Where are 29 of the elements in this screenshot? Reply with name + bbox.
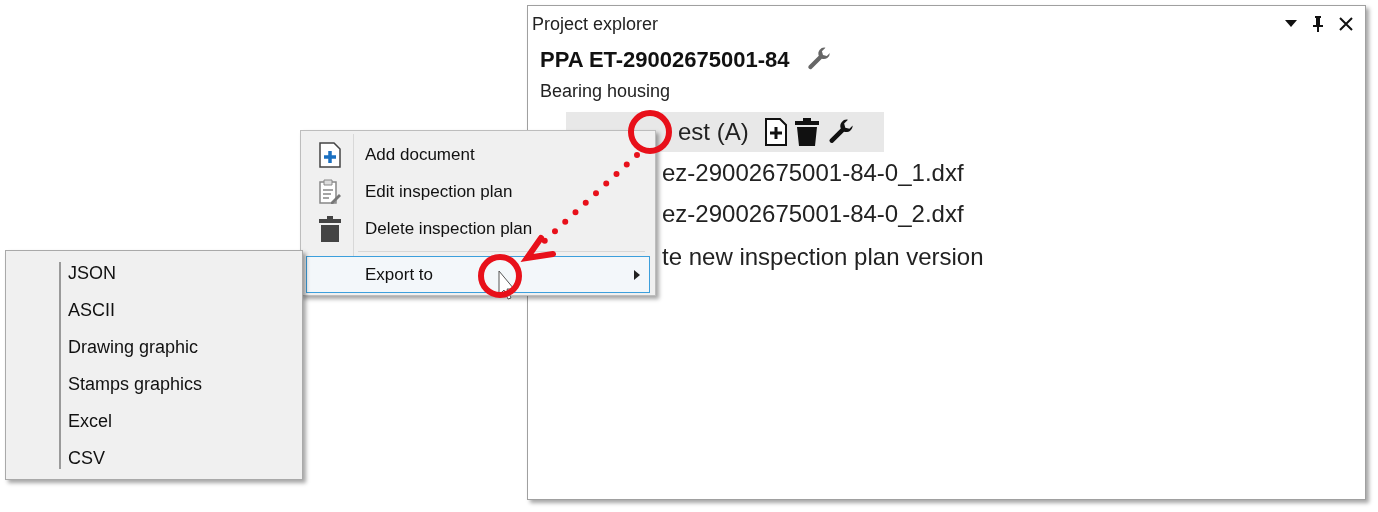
menu-item[interactable]: JSON: [68, 260, 116, 287]
project-subtitle: Bearing housing: [540, 79, 671, 103]
file-item[interactable]: ez-29002675001-84-0_1.dxf: [662, 154, 964, 191]
submenu-arrow-icon: [634, 269, 640, 280]
tree-item-label: est (A): [678, 117, 749, 147]
pin-icon[interactable]: [1313, 16, 1323, 32]
trash-icon: [319, 215, 341, 242]
menu-item[interactable]: Stamps graphics: [68, 371, 203, 398]
add-document-icon: [319, 141, 341, 168]
dropdown-icon[interactable]: [1285, 20, 1297, 28]
menu-item[interactable]: Excel: [68, 408, 112, 435]
file-item[interactable]: ez-29002675001-84-0_2.dxf: [662, 195, 964, 232]
add-document-icon[interactable]: [764, 118, 787, 146]
create-version-link[interactable]: te new inspection plan version: [662, 239, 984, 275]
highlight-circle: [478, 254, 522, 298]
menu-item[interactable]: Edit inspection plan: [306, 173, 650, 210]
project-title: PPA ET-29002675001-84: [540, 45, 790, 74]
menu-item[interactable]: Drawing graphic: [68, 334, 199, 361]
wrench-icon[interactable]: [826, 118, 855, 146]
menu-item[interactable]: Export to: [306, 256, 650, 293]
panel-title: Project explorer: [532, 12, 659, 36]
highlight-circle: [628, 110, 672, 154]
trash-icon[interactable]: [794, 118, 819, 146]
menu-item[interactable]: CSV: [68, 445, 105, 472]
menu-item[interactable]: ASCII: [68, 297, 115, 324]
menu-item[interactable]: Delete inspection plan: [306, 210, 650, 247]
mouse-cursor-icon: [498, 270, 512, 302]
clipboard-pencil-icon: [318, 178, 342, 205]
close-icon[interactable]: [1339, 17, 1353, 31]
